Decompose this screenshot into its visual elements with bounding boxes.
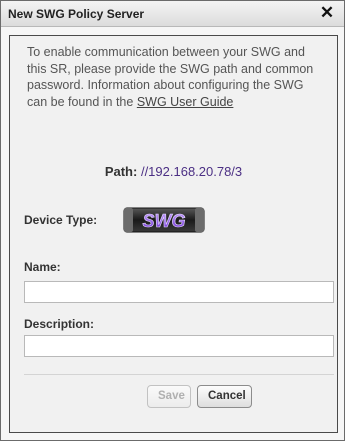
new-swg-policy-server-dialog: New SWG Policy Server ✕ To enable commun…: [0, 0, 345, 441]
path-label: Path:: [104, 164, 138, 179]
swg-logo-text: SWG: [143, 211, 186, 231]
description-label: Description:: [24, 317, 95, 331]
path-value: //192.168.20.78/3: [140, 164, 243, 179]
swg-device-icon: SWG: [123, 207, 205, 233]
dialog-title: New SWG Policy Server: [8, 7, 145, 21]
dialog-content-frame: To enable communication between your SWG…: [9, 35, 338, 433]
description-input[interactable]: [24, 335, 334, 357]
swg-user-guide-link[interactable]: SWG User Guide: [137, 95, 234, 109]
form-divider: [24, 374, 334, 375]
path-row: Path: //192.168.20.78/3: [10, 164, 337, 179]
intro-text: To enable communication between your SWG…: [27, 44, 327, 110]
device-type-label: Device Type:: [24, 213, 98, 227]
close-icon[interactable]: ✕: [318, 3, 336, 23]
cancel-button[interactable]: Cancel: [197, 385, 252, 408]
save-button[interactable]: Save: [147, 385, 191, 408]
name-label: Name:: [24, 260, 61, 274]
name-input[interactable]: [24, 281, 334, 303]
dialog-titlebar: New SWG Policy Server ✕: [1, 1, 344, 27]
